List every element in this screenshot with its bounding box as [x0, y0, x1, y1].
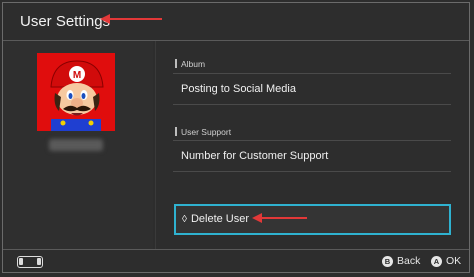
diamond-icon: ◊ [182, 214, 187, 225]
svg-text:M: M [73, 70, 81, 81]
annotation-arrow-icon [252, 213, 307, 223]
b-button-icon: B [382, 255, 393, 267]
posting-to-social-media-item[interactable]: Posting to Social Media [173, 73, 451, 105]
switch-console-icon [17, 256, 43, 268]
username-blurred [49, 139, 103, 151]
delete-user-label: Delete User [190, 213, 250, 225]
ok-button[interactable]: A OK [431, 255, 461, 267]
delete-user-button[interactable]: ◊ Delete User [174, 204, 451, 235]
section-label-album: Album [175, 59, 205, 69]
header-bar: User Settings [3, 3, 469, 41]
mario-avatar-icon: M [37, 53, 115, 131]
avatar[interactable]: M [37, 53, 115, 131]
a-button-icon: A [431, 255, 442, 267]
user-profile-panel: M [3, 41, 153, 249]
panel-divider [155, 41, 156, 249]
ok-label: OK [446, 255, 462, 267]
customer-support-label: Number for Customer Support [181, 150, 329, 162]
customer-support-item[interactable]: Number for Customer Support [173, 140, 451, 172]
section-label-user-support: User Support [175, 127, 231, 137]
annotation-arrow-icon [100, 14, 162, 24]
back-label: Back [397, 255, 421, 267]
back-button[interactable]: B Back [382, 255, 420, 267]
settings-window: User Settings M Album Posting to Social … [2, 2, 470, 273]
footer-bar: B Back A OK [3, 249, 469, 274]
page-title: User Settings [20, 13, 111, 30]
